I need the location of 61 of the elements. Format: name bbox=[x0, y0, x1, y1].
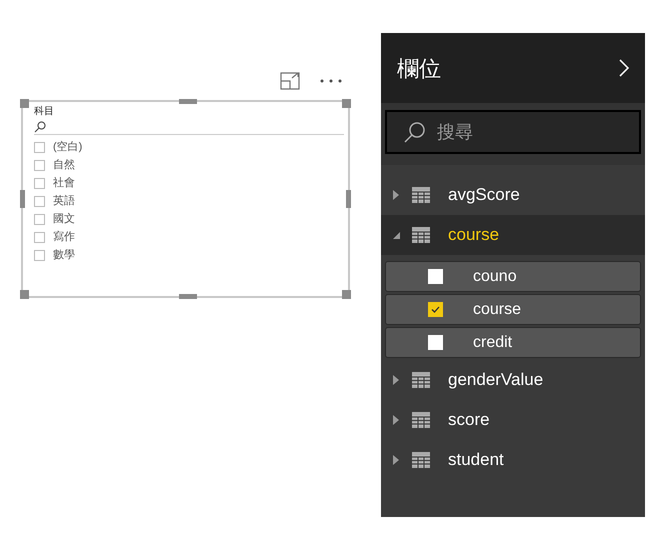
resize-handle[interactable] bbox=[179, 99, 197, 104]
table-row[interactable]: student bbox=[381, 440, 645, 480]
slicer-item-label[interactable]: 數學 bbox=[53, 246, 75, 264]
table-name: student bbox=[448, 449, 504, 472]
search-field[interactable]: 搜尋 bbox=[385, 110, 641, 154]
table-row[interactable]: score bbox=[381, 400, 645, 440]
slicer-title: 科目 bbox=[34, 105, 55, 119]
table-name: score bbox=[448, 409, 490, 432]
slicer-item-label[interactable]: 英語 bbox=[53, 192, 75, 210]
checkbox[interactable] bbox=[428, 302, 443, 317]
checkbox[interactable] bbox=[428, 335, 443, 350]
slicer-item-label[interactable]: 國文 bbox=[53, 210, 75, 228]
checkbox[interactable] bbox=[34, 142, 45, 152]
collapsed-arrow-icon[interactable] bbox=[393, 455, 400, 465]
field-row[interactable]: course bbox=[385, 294, 641, 325]
resize-handle[interactable] bbox=[342, 290, 351, 299]
table-icon bbox=[412, 412, 430, 428]
checkbox[interactable] bbox=[428, 269, 443, 284]
resize-handle[interactable] bbox=[346, 190, 351, 208]
chevron-right-icon[interactable] bbox=[619, 59, 629, 77]
checkbox[interactable] bbox=[34, 178, 45, 188]
expanded-arrow-icon[interactable] bbox=[393, 232, 400, 238]
collapsed-arrow-icon[interactable] bbox=[393, 415, 400, 425]
collapsed-arrow-icon[interactable] bbox=[393, 375, 400, 385]
table-row[interactable]: course bbox=[381, 215, 645, 255]
slicer-item-label[interactable]: (空白) bbox=[53, 138, 82, 156]
more-options-icon[interactable] bbox=[320, 79, 342, 83]
resize-handle[interactable] bbox=[20, 190, 25, 208]
table-icon bbox=[412, 227, 430, 243]
slicer-item-label[interactable]: 寫作 bbox=[53, 228, 75, 246]
table-name: avgScore bbox=[448, 184, 520, 206]
table-name: course bbox=[448, 224, 500, 246]
table-icon bbox=[412, 372, 430, 388]
slicer-item-label[interactable]: 自然 bbox=[53, 156, 75, 174]
checkbox[interactable] bbox=[34, 160, 45, 170]
resize-handle[interactable] bbox=[20, 99, 29, 108]
pane-title: 欄位 bbox=[397, 54, 441, 82]
table-name: genderValue bbox=[448, 369, 544, 392]
field-name: credit bbox=[473, 332, 512, 352]
resize-handle[interactable] bbox=[20, 290, 29, 299]
checkbox[interactable] bbox=[34, 232, 45, 242]
search-placeholder: 搜尋 bbox=[437, 120, 473, 144]
table-row[interactable]: avgScore bbox=[381, 175, 645, 215]
checkmark-icon bbox=[431, 306, 440, 313]
checkbox[interactable] bbox=[34, 196, 45, 206]
resize-handle[interactable] bbox=[179, 294, 197, 299]
checkbox[interactable] bbox=[34, 214, 45, 224]
field-row[interactable]: credit bbox=[385, 327, 641, 358]
checkbox[interactable] bbox=[34, 250, 45, 260]
search-icon bbox=[403, 120, 427, 144]
field-name: course bbox=[473, 300, 522, 320]
slicer-item-label[interactable]: 社會 bbox=[53, 174, 75, 192]
search-icon[interactable] bbox=[34, 120, 46, 132]
table-icon bbox=[412, 187, 430, 203]
field-name: couno bbox=[473, 266, 517, 286]
resize-handle[interactable] bbox=[342, 99, 351, 108]
collapsed-arrow-icon[interactable] bbox=[393, 190, 400, 200]
table-row[interactable]: genderValue bbox=[381, 360, 645, 400]
table-icon bbox=[412, 452, 430, 468]
focus-mode-icon[interactable] bbox=[280, 72, 300, 90]
field-row[interactable]: couno bbox=[385, 261, 641, 292]
